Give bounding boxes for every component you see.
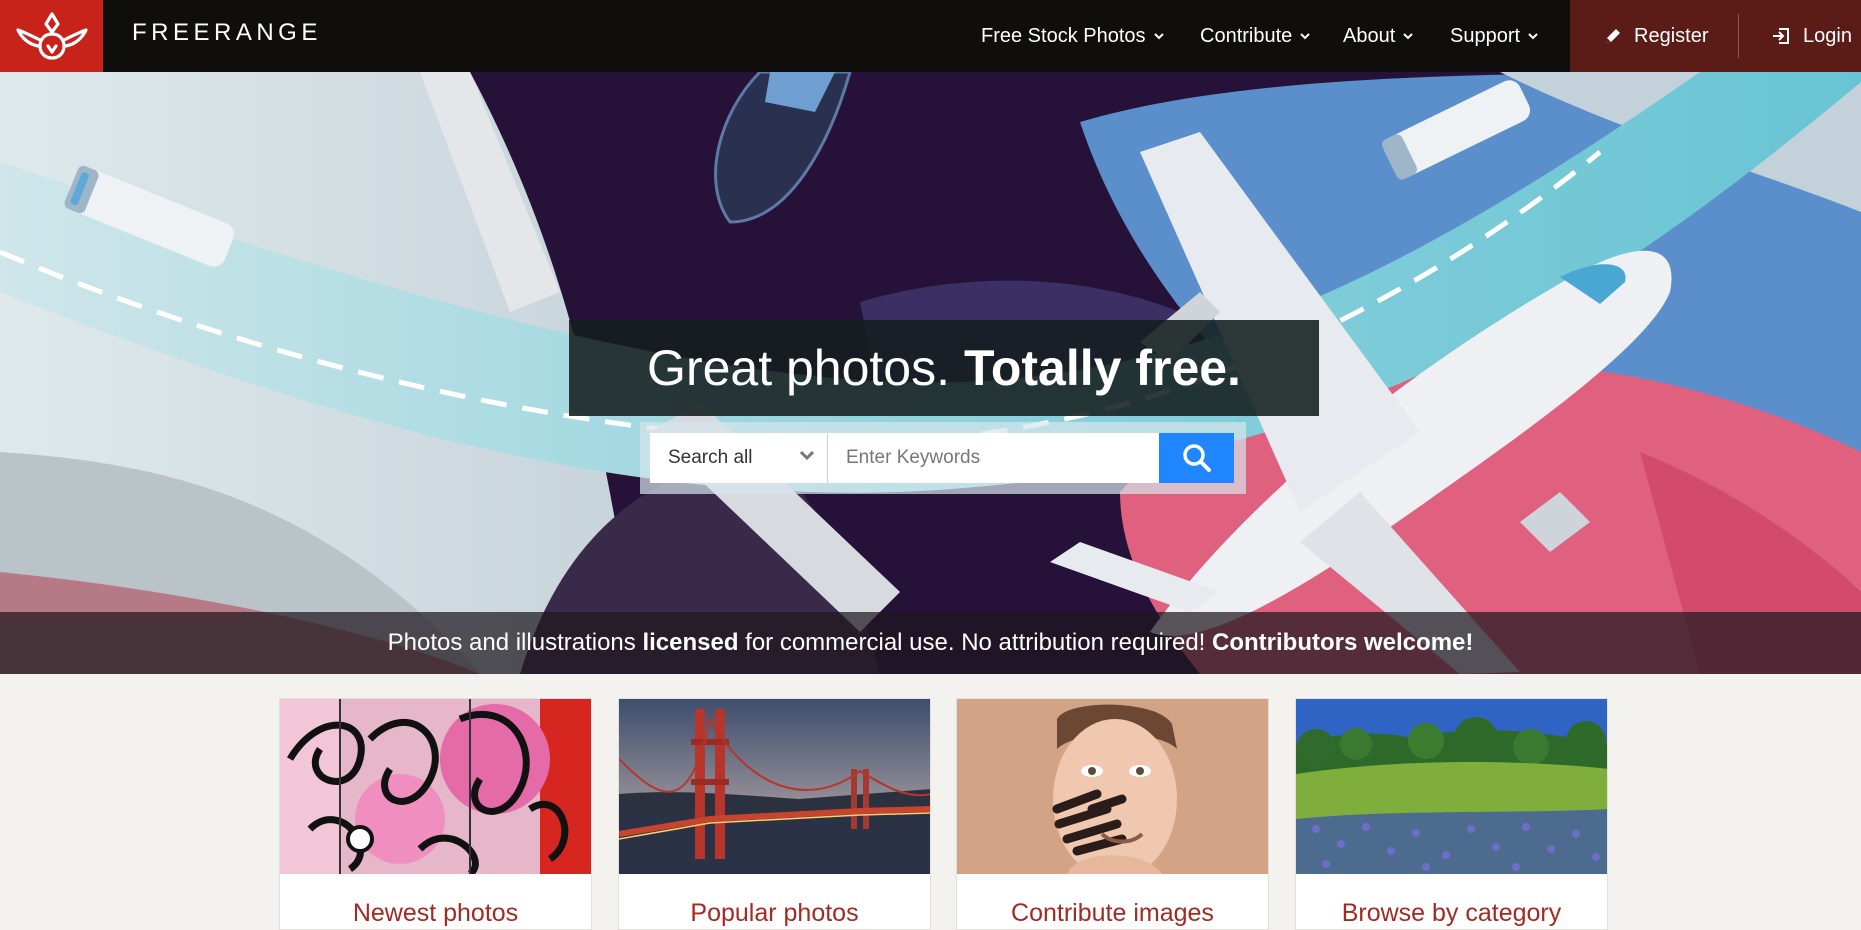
brand-name[interactable]: FREERANGE [132, 19, 322, 47]
search-bar: Search all [640, 422, 1246, 494]
nav-label: About [1343, 24, 1396, 47]
search-input[interactable] [828, 433, 1159, 483]
search-button[interactable] [1159, 433, 1234, 483]
nav-label: Support [1450, 24, 1521, 47]
login-link[interactable]: Login [1771, 0, 1852, 72]
chevron-down-icon [1403, 32, 1413, 39]
search-icon [1182, 444, 1211, 472]
register-link[interactable]: Register [1604, 0, 1708, 72]
hero-banner: Great photos. Totally free. Search all P… [0, 72, 1861, 674]
nav-support[interactable]: Support [1450, 0, 1538, 72]
card-title: Popular photos [690, 899, 859, 927]
card-browse-by-category[interactable]: Browse by category [1295, 698, 1608, 930]
tagline-contributors-welcome: Contributors welcome! [1212, 629, 1474, 656]
nav-label: Free Stock Photos [981, 24, 1146, 47]
hero-headline: Great photos. Totally free. [569, 320, 1319, 416]
headline-regular: Great photos. [647, 340, 951, 396]
chevron-down-icon [1528, 32, 1538, 39]
login-icon [1773, 28, 1789, 44]
card-contribute-images[interactable]: Contribute images [956, 698, 1269, 930]
chevron-down-icon [1300, 32, 1310, 39]
account-divider [1738, 14, 1739, 58]
nav-free-stock-photos[interactable]: Free Stock Photos [981, 0, 1164, 72]
card-title: Contribute images [1011, 899, 1214, 927]
graffiti-photo [280, 699, 591, 874]
card-popular-photos[interactable]: Popular photos [618, 698, 931, 930]
search-scope-select[interactable]: Search all [650, 433, 828, 483]
tagline-part1: Photos and illustrations [387, 629, 643, 656]
top-navigation-bar: FREERANGE Free Stock Photos Contribute A… [0, 0, 1861, 72]
card-title: Newest photos [352, 899, 519, 927]
lotus-logo-icon [15, 12, 88, 60]
nav-contribute[interactable]: Contribute [1200, 0, 1310, 72]
login-label: Login [1803, 24, 1852, 47]
hero-tagline: Photos and illustrations licensed for co… [0, 612, 1861, 674]
headline-bold: Totally free. [964, 340, 1241, 396]
tagline-licensed: licensed [642, 629, 739, 656]
nav-about[interactable]: About [1343, 0, 1413, 72]
chevron-down-icon [799, 450, 815, 461]
tagline-part3: for commercial use. No attribution requi… [738, 629, 1213, 656]
painted-face-portrait-photo [957, 699, 1268, 874]
card-title: Browse by category [1341, 899, 1562, 927]
search-scope-value: Search all [668, 447, 753, 468]
register-label: Register [1634, 24, 1709, 47]
card-newest-photos[interactable]: Newest photos [279, 698, 592, 930]
nav-label: Contribute [1200, 24, 1293, 47]
chevron-down-icon [1153, 32, 1164, 39]
logo-link[interactable] [0, 0, 103, 72]
pencil-icon [1606, 29, 1620, 43]
golden-gate-bridge-photo [619, 699, 930, 874]
wildflower-meadow-photo [1296, 699, 1607, 874]
